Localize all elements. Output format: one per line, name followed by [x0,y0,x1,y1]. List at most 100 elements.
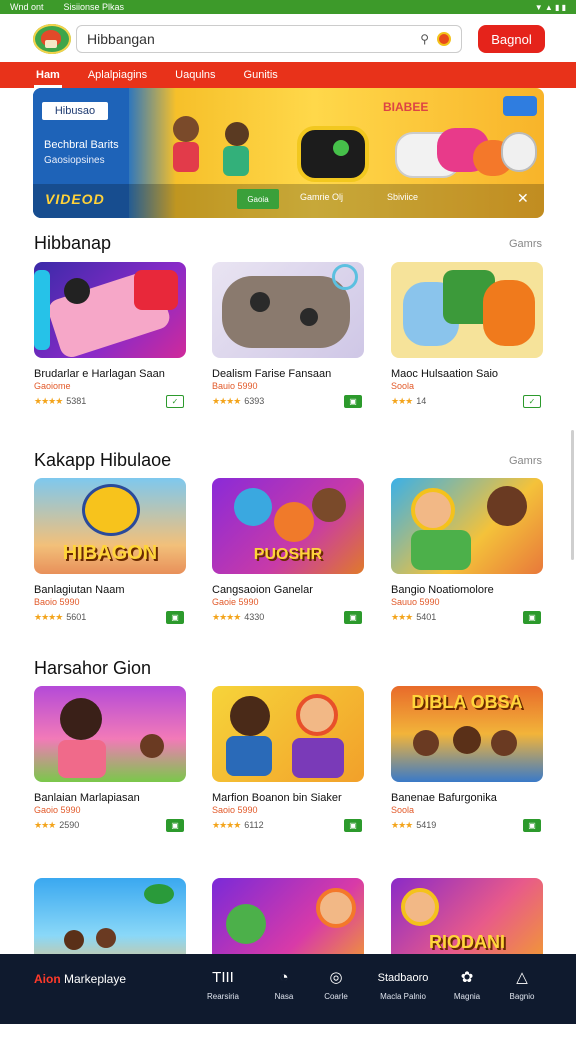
app-subtitle: Baoio 5990 [34,597,80,607]
app-card[interactable]: DIBLA OBSA Banenae Bafurgonika Soola ★★★… [391,686,543,856]
app-thumbnail[interactable]: PUOSHR [212,478,364,574]
character-body [292,738,344,778]
app-subtitle: Saoio 5990 [212,805,258,815]
section-title: Kakapp Hibulaoe [34,450,172,470]
flower-icon: ✿ [460,969,474,986]
character-graphic [453,726,481,754]
app-rating: ★★★★ 5601 [34,612,86,623]
rating-count: 5401 [416,612,437,622]
banner-kid2-body [223,146,249,176]
rating-count: 6112 [244,820,264,830]
install-badge[interactable]: ▣ [344,819,362,832]
app-title: Dealism Farise Fansaan [212,368,332,380]
bottom-nav-label: Magnia [453,992,481,1001]
app-title: Brudarlar e Harlagan Saan [34,368,165,380]
header: Hibbangan ⚲ Bagnol [0,14,576,62]
app-card[interactable]: Dealism Farise Fansaan Bauio 5990 ★★★★ 63… [212,262,364,432]
thumbnail-title: PUOSHR [253,546,323,563]
bell-icon: △ [516,969,528,986]
app-thumbnail[interactable] [34,686,186,782]
bottom-nav-item-magnia[interactable]: ✿ Magnia [437,968,497,1001]
app-rating: ★★★★ 6393 [212,396,264,407]
app-title: Maoc Hulsaation Saio [391,368,499,380]
character-body [411,530,471,570]
tab-games[interactable]: Gunitis [244,62,278,88]
character-graphic [234,488,272,526]
store-label-icon: Stadbaoro [377,972,429,984]
section-title: Hibbanap [34,233,112,253]
search-value[interactable]: Hibbangan [87,31,420,47]
app-logo[interactable] [33,24,71,54]
app-card[interactable]: Bangio Noatiomolore Sauuo 5990 ★★★ 5401 ▣ [391,478,543,648]
controller-graphic [222,276,350,348]
app-subtitle: Bauio 5990 [212,381,258,391]
header-action-button[interactable]: Bagnol [478,25,545,53]
install-badge[interactable]: ▣ [166,819,184,832]
install-badge[interactable]: ✓ [166,395,184,408]
app-subtitle: Sauuo 5990 [391,597,440,607]
brand-red: Aion [34,972,61,986]
close-icon[interactable]: ✕ [517,190,529,207]
tab-home[interactable]: Ham [34,62,62,88]
news-icon: ◔ [279,969,289,986]
install-badge[interactable]: ▣ [523,611,541,624]
app-rating: ★★★★ 5381 [34,396,86,407]
library-icon: TIII [212,969,234,986]
rating-count: 5381 [66,396,87,406]
tab-updates[interactable]: Uaqulns [175,62,215,88]
controller-stick [300,308,318,326]
character-graphic [140,734,164,758]
app-card[interactable]: Maoc Hulsaation Saio Soola ★★★ 14 ✓ [391,262,543,432]
install-badge[interactable]: ▣ [166,611,184,624]
banner-kid-figure [173,116,199,142]
bottom-navigation: Aion Markeplaye TIII Rearsiria ◔ Nasa ◎ … [0,954,576,1024]
banner-button[interactable]: Gaoia [237,189,279,209]
app-thumbnail[interactable] [212,262,364,358]
app-title: Banenae Bafurgonika [391,792,497,804]
tab-applications[interactable]: Aplalpiagins [88,62,147,88]
bottom-nav-item-news[interactable]: ◔ Nasa [254,968,314,1001]
app-title: Bangio Noatiomolore [391,584,494,596]
app-thumbnail[interactable] [391,262,543,358]
bottom-nav-item-circle[interactable]: ◎ Coarle [306,968,366,1001]
scrollbar[interactable] [571,430,574,560]
mic-icon[interactable] [437,32,451,46]
app-card[interactable]: HIBAGON Banlagiutan Naam Baoio 5990 ★★★★… [34,478,186,648]
app-thumbnail[interactable]: HIBAGON [34,478,186,574]
bottom-nav-item-profile[interactable]: △ Bagnio [492,968,552,1001]
app-thumbnail[interactable] [212,686,364,782]
install-badge[interactable]: ▣ [523,819,541,832]
hero-banner[interactable]: Hibusao Bechbral Barits Gaosiopsines BIA… [33,88,544,218]
bottom-nav-item-store[interactable]: Stadbaoro Macla Palnio [372,968,434,1001]
rating-stars-icon: ★★★★ [34,396,63,406]
rating-stars-icon: ★★★ [391,820,413,830]
app-title: Cangsaoion Ganelar [212,584,313,596]
search-input[interactable]: Hibbangan ⚲ [76,25,462,53]
app-card[interactable]: Banlaian Marlapiasan Gaoio 5990 ★★★ 2590 … [34,686,186,856]
character-body [58,740,106,778]
install-badge[interactable]: ▣ [344,611,362,624]
thumbnail-title: DIBLA OBSA [411,692,523,712]
character-graphic [487,486,527,526]
section-see-all-link[interactable]: Gamrs [509,238,542,250]
controller-corner [134,270,178,310]
app-card[interactable]: Brudarlar e Harlagan Saan Gaoiome ★★★★ 53… [34,262,186,432]
banner-subtitle: Bechbral Barits [44,139,119,151]
install-badge[interactable]: ▣ [344,395,362,408]
palm-tree-graphic [144,884,174,904]
app-rating: ★★★ 5401 [391,612,436,623]
app-card[interactable]: Marfion Boanon bin Siaker Saoio 5990 ★★★… [212,686,364,856]
app-thumbnail[interactable] [34,262,186,358]
character-graphic [274,502,314,542]
app-card[interactable]: PUOSHR Cangsaoion Ganelar Gaoie 5990 ★★★… [212,478,364,648]
character-body [226,736,272,776]
banner-badge: Hibusao [42,102,108,120]
search-icon[interactable]: ⚲ [420,32,429,46]
rating-stars-icon: ★★★★ [212,612,241,622]
app-rating: ★★★★ 4330 [212,612,264,623]
section-see-all-link[interactable]: Gamrs [509,455,542,467]
bottom-nav-item-resources[interactable]: TIII Rearsiria [193,968,253,1001]
app-thumbnail[interactable] [391,478,543,574]
app-thumbnail[interactable]: DIBLA OBSA [391,686,543,782]
install-badge[interactable]: ✓ [523,395,541,408]
